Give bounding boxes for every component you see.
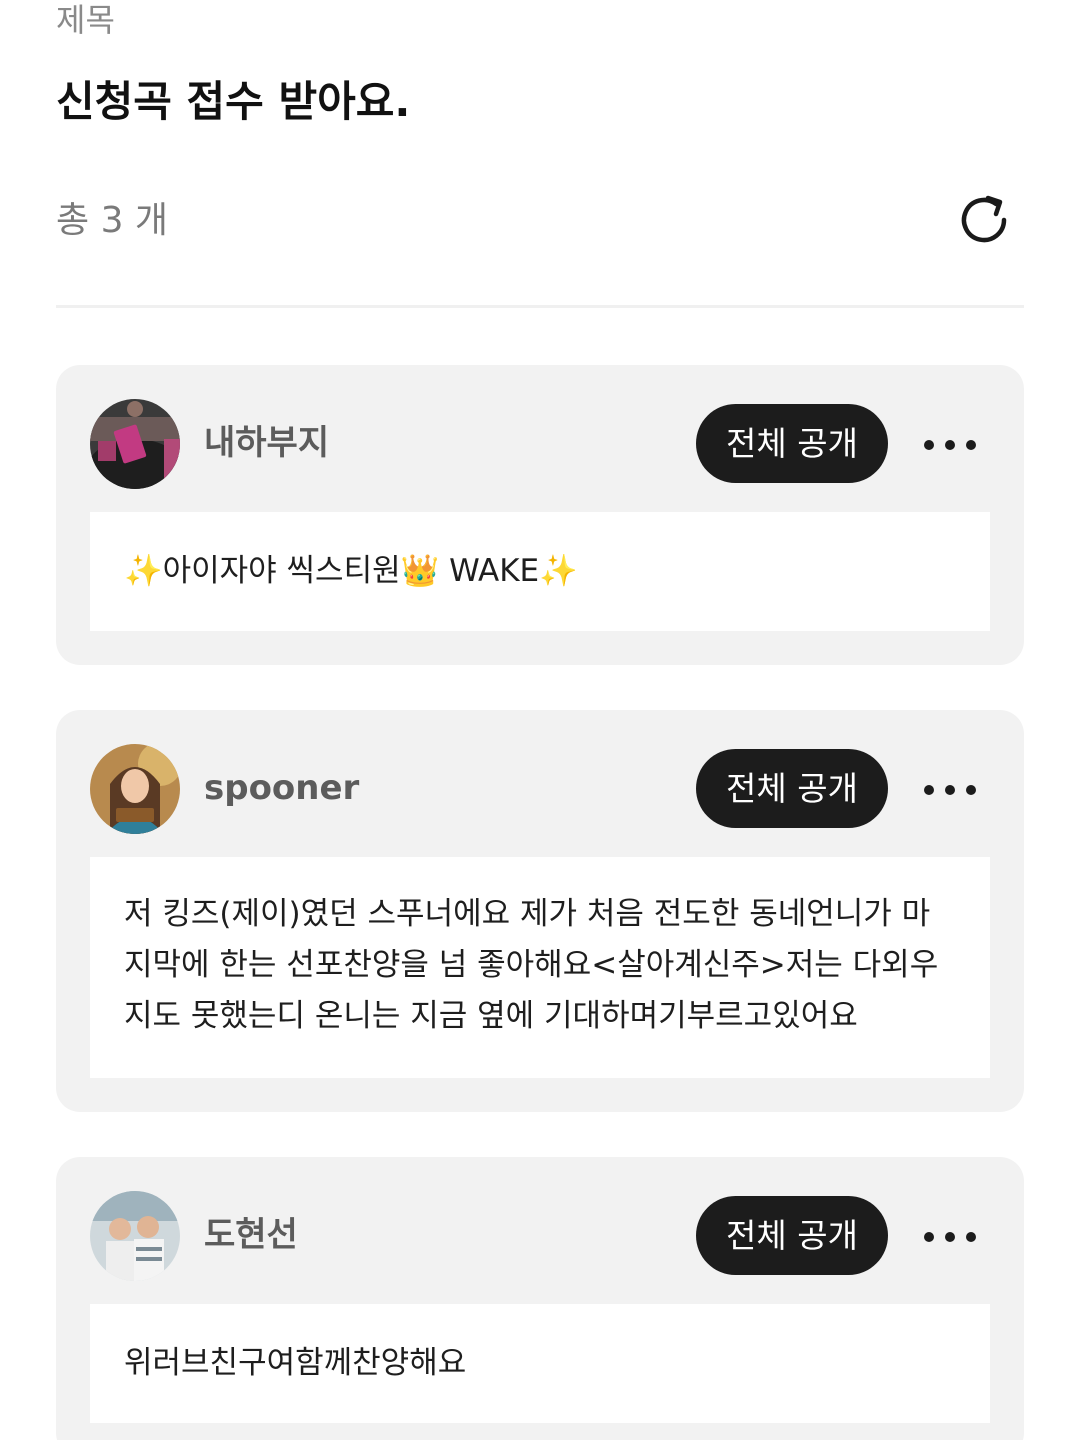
post-card: spooner 전체 공개 저 킹즈(제이)였던 스푸너에요 제가 처음 전도한…: [56, 710, 1024, 1112]
post-content: 저 킹즈(제이)였던 스푸너에요 제가 처음 전도한 동네언니가 마지막에 한는…: [90, 857, 990, 1078]
post-content: 위러브친구여함께찬양해요: [90, 1304, 990, 1423]
visibility-button[interactable]: 전체 공개: [696, 749, 888, 828]
post-card-header: spooner 전체 공개: [56, 710, 1024, 856]
more-options-icon[interactable]: [924, 1217, 976, 1257]
avatar[interactable]: [90, 744, 180, 834]
request-list-page: 제목 신청곡 접수 받아요. 총 3 개 내하부지 전체 공개 ✨아이자야 씩스…: [0, 0, 1080, 1440]
visibility-button[interactable]: 전체 공개: [696, 404, 888, 483]
post-card: 내하부지 전체 공개 ✨아이자야 씩스티원👑 WAKE✨: [56, 365, 1024, 665]
avatar[interactable]: [90, 1191, 180, 1281]
header-divider: [56, 305, 1024, 308]
post-card: 도현선 전체 공개 위러브친구여함께찬양해요: [56, 1157, 1024, 1440]
post-content: ✨아이자야 씩스티원👑 WAKE✨: [90, 512, 990, 631]
post-card-header: 도현선 전체 공개: [56, 1157, 1024, 1303]
avatar[interactable]: [90, 399, 180, 489]
refresh-icon[interactable]: [954, 190, 1014, 250]
visibility-button[interactable]: 전체 공개: [696, 1196, 888, 1275]
username: spooner: [204, 768, 360, 808]
more-options-icon[interactable]: [924, 425, 976, 465]
total-count: 총 3 개: [56, 200, 169, 241]
page-title: 신청곡 접수 받아요.: [56, 77, 411, 126]
title-field-label: 제목: [56, 1, 115, 39]
username: 내하부지: [204, 423, 330, 463]
more-options-icon[interactable]: [924, 770, 976, 810]
post-card-header: 내하부지 전체 공개: [56, 365, 1024, 511]
username: 도현선: [204, 1215, 298, 1255]
